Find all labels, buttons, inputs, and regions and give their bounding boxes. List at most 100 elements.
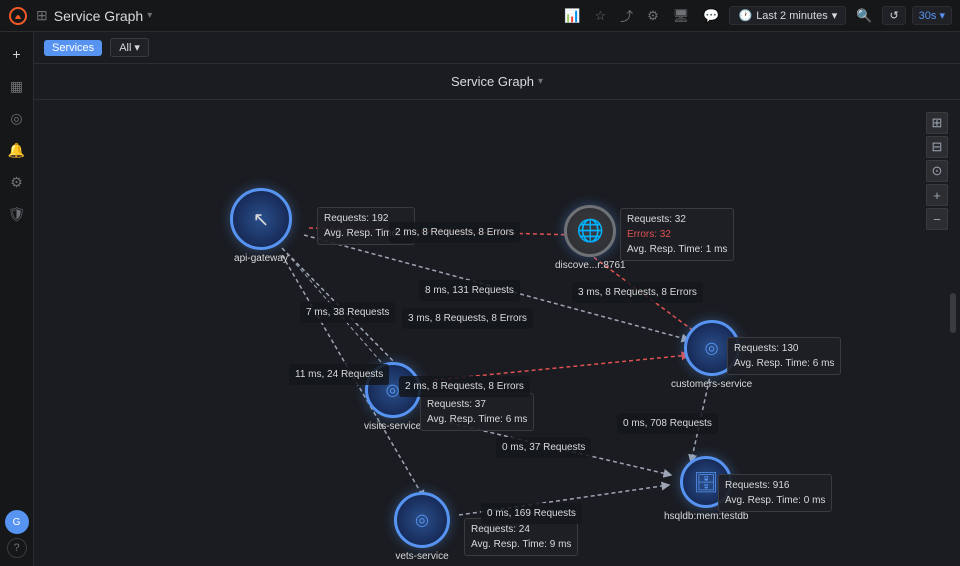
time-arrow: ▾ (832, 9, 838, 22)
interval-badge[interactable]: 30s ▾ (912, 6, 952, 25)
filter-arrow: ▾ (134, 41, 140, 54)
zoom-in-button[interactable]: + (926, 184, 948, 206)
main-layout: + ▦ ◎ 🔔 ⚙ 🛡 G ? Services All ▾ Service G… (0, 32, 960, 566)
panel-title: Service Graph ▾ (451, 74, 543, 89)
edge-label-text-7: 0 ms, 708 Requests (623, 418, 712, 429)
time-picker[interactable]: 🕐 Last 2 minutes ▾ (729, 6, 846, 25)
clock-button[interactable]: ⊙ (926, 160, 948, 182)
title-dropdown-arrow[interactable]: ▾ (147, 10, 152, 21)
node-label-hsqldb: hsqldb:mem:testdb (664, 511, 749, 522)
sidebar-item-shield[interactable]: 🛡 (3, 200, 31, 228)
edge-label-2: 7 ms, 38 Requests (300, 302, 395, 323)
node-api-gateway[interactable]: ↖ api-gateway (230, 188, 292, 264)
sidebar-item-alerting[interactable]: 🔔 (3, 136, 31, 164)
panel: Service Graph ▾ (34, 64, 960, 566)
content: Services All ▾ Service Graph ▾ (34, 32, 960, 566)
discovery-avg-resp: Avg. Resp. Time: 1 ms (627, 242, 727, 257)
graph-area[interactable]: ↖ api-gateway 🌐 discove...r:8761 (34, 100, 960, 566)
panel-title-arrow[interactable]: ▾ (538, 76, 543, 87)
topbar-right: 📊 ☆ ⤴ ⚙ 🖥 💬 🕐 Last 2 minutes ▾ 🔍 ↺ 30s ▾ (560, 4, 952, 27)
topbar: ⊞ Service Graph ▾ 📊 ☆ ⤴ ⚙ 🖥 💬 🕐 Last 2 m… (0, 0, 960, 32)
node-label-api-gateway: api-gateway (234, 253, 288, 264)
edge-label-8: 0 ms, 37 Requests (496, 437, 591, 458)
comments-icon[interactable]: 💬 (699, 6, 723, 26)
globe-icon: 🌐 (577, 218, 604, 244)
info-customers: Requests: 130 Avg. Resp. Time: 6 ms (727, 337, 841, 375)
edge-label-9: 0 ms, 169 Requests (481, 503, 582, 524)
discovery-errors: Errors: 32 (627, 227, 727, 242)
title-text: Service Graph (54, 8, 143, 24)
sidebar-item-dashboard[interactable]: ▦ (3, 72, 31, 100)
grid-icon: ⊞ (36, 7, 48, 24)
vets-requests: Requests: 24 (471, 522, 571, 537)
node-circle-vets: ◎ (394, 492, 450, 548)
sidebar-item-explore[interactable]: ◎ (3, 104, 31, 132)
panel-title-text: Service Graph (451, 74, 534, 89)
tree-button[interactable]: ⊟ (926, 136, 948, 158)
filter-dropdown[interactable]: All ▾ (110, 38, 149, 57)
edge-label-text-6: 2 ms, 8 Requests, 8 Errors (405, 381, 524, 392)
visits-requests: Requests: 37 (427, 397, 527, 412)
edge-label-text-1: 8 ms, 131 Requests (425, 285, 514, 296)
sidebar-bottom: G ? (5, 510, 29, 558)
sidebar-item-configuration[interactable]: ⚙ (3, 168, 31, 196)
settings-icon[interactable]: ⚙ (643, 6, 663, 26)
star-icon[interactable]: ☆ (590, 6, 610, 26)
customers-icon: ◎ (705, 338, 719, 358)
visits-avg-resp: Avg. Resp. Time: 6 ms (427, 412, 527, 427)
info-visits: Requests: 37 Avg. Resp. Time: 6 ms (420, 393, 534, 431)
vets-avg-resp: Avg. Resp. Time: 9 ms (471, 537, 571, 552)
edge-label-1: 8 ms, 131 Requests (419, 280, 520, 301)
cursor-icon: ↖ (253, 207, 270, 232)
user-avatar[interactable]: G (5, 510, 29, 534)
node-label-vets: vets-service (395, 551, 448, 562)
fit-view-button[interactable]: ⊞ (926, 112, 948, 134)
node-label-discovery: discove...r:8761 (555, 260, 626, 271)
discovery-requests: Requests: 32 (627, 212, 727, 227)
customers-requests: Requests: 130 (734, 341, 834, 356)
hsqldb-avg-resp: Avg. Resp. Time: 0 ms (725, 493, 825, 508)
edge-label-0: 2 ms, 8 Requests, 8 Errors (389, 222, 520, 243)
help-icon[interactable]: ? (7, 538, 27, 558)
monitor-icon[interactable]: 🖥 (669, 6, 694, 26)
db-icon: 🗄 (694, 470, 719, 495)
info-hsqldb: Requests: 916 Avg. Resp. Time: 0 ms (718, 474, 832, 512)
edge-label-text-5: 11 ms, 24 Requests (295, 369, 383, 380)
vets-icon: ◎ (415, 510, 429, 530)
scroll-indicator (950, 293, 956, 333)
refresh-button[interactable]: ↺ (882, 6, 905, 25)
search-icon[interactable]: 🔍 (852, 6, 876, 26)
page-title: Service Graph ▾ (54, 8, 153, 24)
panel-header: Service Graph ▾ (34, 64, 960, 100)
edge-label-7: 0 ms, 708 Requests (617, 413, 718, 434)
edge-label-6: 2 ms, 8 Requests, 8 Errors (399, 376, 530, 397)
edge-label-text-9: 0 ms, 169 Requests (487, 508, 576, 519)
info-discovery: Requests: 32 Errors: 32 Avg. Resp. Time:… (620, 208, 734, 261)
clock-icon: 🕐 (738, 9, 752, 22)
edge-label-text-8: 0 ms, 37 Requests (502, 442, 585, 453)
edge-label-text-2: 7 ms, 38 Requests (306, 307, 389, 318)
zoom-out-button[interactable]: − (926, 208, 948, 230)
customers-avg-resp: Avg. Resp. Time: 6 ms (734, 356, 834, 371)
share-icon[interactable]: ⤴ (616, 4, 637, 27)
subbar: Services All ▾ (34, 32, 960, 64)
node-label-customers: customers-service (671, 379, 752, 390)
edge-label-5: 11 ms, 24 Requests (289, 364, 389, 385)
metrics-icon[interactable]: 📊 (560, 6, 584, 26)
tab-label: Services (52, 42, 94, 54)
refresh-icon: ↺ (889, 9, 898, 22)
edge-label-text-4: 3 ms, 8 Requests, 8 Errors (408, 313, 527, 324)
app-logo (8, 6, 28, 26)
interval-label: 30s ▾ (919, 10, 945, 22)
edge-label-text-0: 2 ms, 8 Requests, 8 Errors (395, 227, 514, 238)
filter-label: All (119, 42, 131, 54)
edge-label-3: 3 ms, 8 Requests, 8 Errors (572, 282, 703, 303)
sidebar: + ▦ ◎ 🔔 ⚙ 🛡 G ? (0, 32, 34, 566)
sidebar-item-add[interactable]: + (3, 40, 31, 68)
edge-label-text-3: 3 ms, 8 Requests, 8 Errors (578, 287, 697, 298)
services-tab[interactable]: Services (44, 40, 102, 56)
node-discovery[interactable]: 🌐 discove...r:8761 (555, 205, 626, 271)
node-vets-service[interactable]: ◎ vets-service (394, 492, 450, 562)
node-circle-discovery: 🌐 (564, 205, 616, 257)
node-circle-api-gateway: ↖ (230, 188, 292, 250)
